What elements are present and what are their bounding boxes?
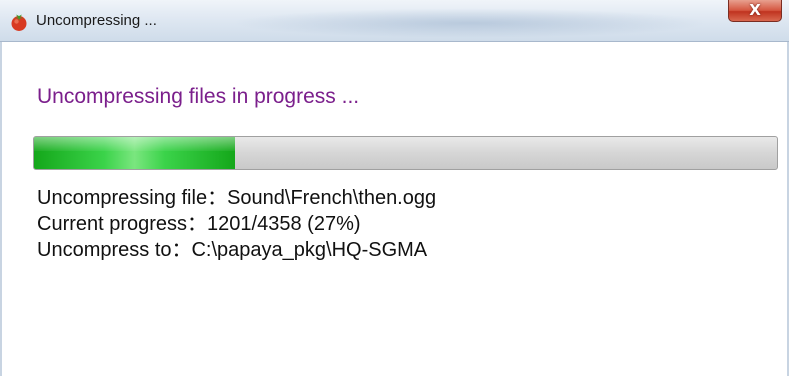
destination-line: Uncompress to：C:\papaya_pkg\HQ-SGMA	[37, 239, 428, 261]
progress-bar	[33, 136, 778, 170]
progress-heading: Uncompressing files in progress ...	[37, 85, 360, 108]
window-title: Uncompressing ...	[36, 12, 157, 29]
progress-bar-fill	[34, 137, 235, 169]
close-icon: X	[749, 1, 761, 19]
title-bar-glow	[230, 8, 710, 38]
tomato-icon	[11, 14, 27, 31]
title-bar[interactable]: Uncompressing ... X	[0, 0, 789, 42]
current-progress-line: Current progress：1201/4358 (27%)	[37, 213, 361, 235]
window-left-border	[0, 42, 2, 376]
close-button[interactable]: X	[728, 0, 782, 22]
uncompress-dialog: Uncompressing ... X Uncompressing files …	[0, 0, 789, 376]
current-file-line: Uncompressing file：Sound\French\then.ogg	[37, 187, 437, 209]
